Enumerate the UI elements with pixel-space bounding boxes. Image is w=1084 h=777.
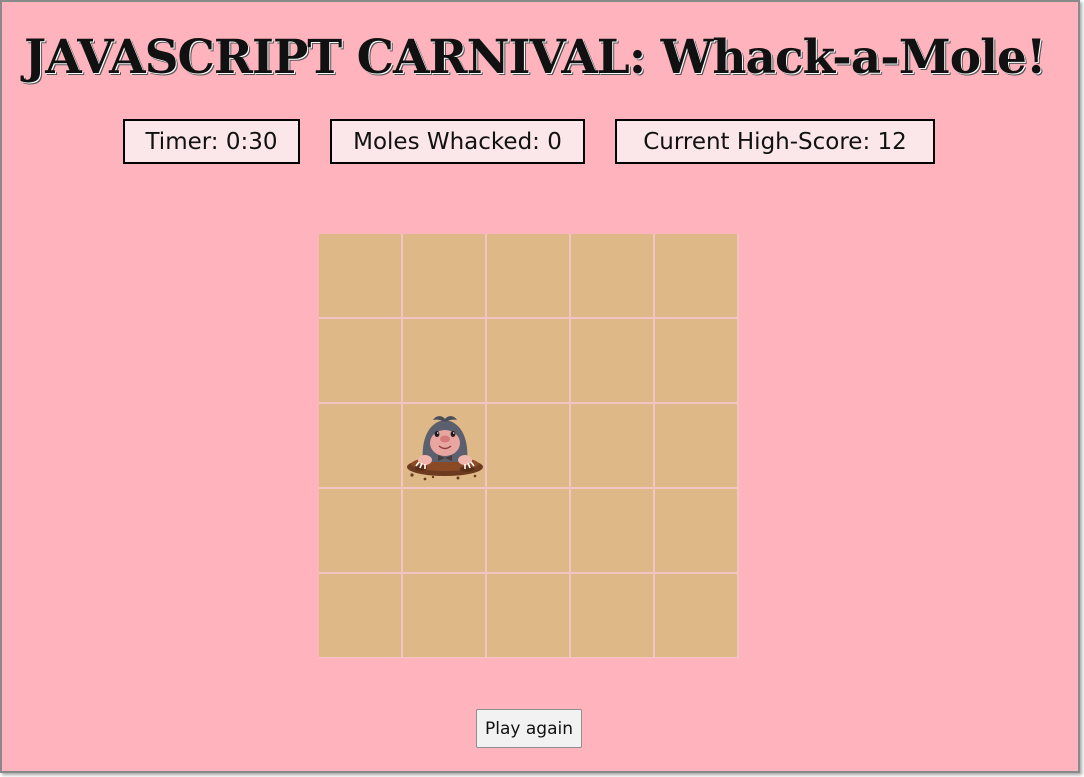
hole-cell-r4-c5[interactable] [655, 489, 737, 572]
hole-cell-r3-c5[interactable] [655, 404, 737, 487]
high-score-label: Current High-Score: [643, 128, 871, 155]
page-title: JAVASCRIPT CARNIVAL: Whack-a-Mole! [24, 30, 1046, 85]
moles-whacked-value: 0 [547, 128, 562, 155]
hole-cell-r4-c4[interactable] [571, 489, 653, 572]
timer-display: Timer: 0:30 [123, 119, 300, 164]
hole-cell-r1-c5[interactable] [655, 234, 737, 317]
hole-cell-r2-c2[interactable] [403, 319, 485, 402]
hole-cell-r5-c1[interactable] [319, 574, 401, 657]
hole-cell-r5-c3[interactable] [487, 574, 569, 657]
hole-cell-r1-c2[interactable] [403, 234, 485, 317]
hole-cell-r1-c4[interactable] [571, 234, 653, 317]
hole-cell-r3-c2[interactable] [403, 404, 485, 487]
high-score-value: 12 [877, 128, 907, 155]
hole-cell-r5-c4[interactable] [571, 574, 653, 657]
timer-value: 0:30 [225, 128, 278, 155]
mole-board [319, 234, 739, 658]
moles-whacked-label: Moles Whacked: [353, 128, 540, 155]
hole-cell-r1-c1[interactable] [319, 234, 401, 317]
hole-cell-r2-c1[interactable] [319, 319, 401, 402]
hole-cell-r5-c5[interactable] [655, 574, 737, 657]
mole-icon [407, 416, 483, 481]
hole-cell-r3-c4[interactable] [571, 404, 653, 487]
hole-cell-r2-c4[interactable] [571, 319, 653, 402]
hole-cell-r1-c3[interactable] [487, 234, 569, 317]
moles-whacked-display: Moles Whacked: 0 [330, 119, 585, 164]
game-page: JAVASCRIPT CARNIVAL: Whack-a-Mole! Timer… [0, 0, 1080, 773]
hole-cell-r4-c1[interactable] [319, 489, 401, 572]
hole-cell-r3-c1[interactable] [319, 404, 401, 487]
play-again-button[interactable]: Play again [476, 709, 582, 748]
hole-cell-r4-c2[interactable] [403, 489, 485, 572]
hole-cell-r4-c3[interactable] [487, 489, 569, 572]
hole-cell-r3-c3[interactable] [487, 404, 569, 487]
hole-cell-r2-c5[interactable] [655, 319, 737, 402]
timer-label: Timer: [145, 128, 219, 155]
hole-cell-r5-c2[interactable] [403, 574, 485, 657]
hole-cell-r2-c3[interactable] [487, 319, 569, 402]
high-score-display: Current High-Score: 12 [615, 119, 935, 164]
